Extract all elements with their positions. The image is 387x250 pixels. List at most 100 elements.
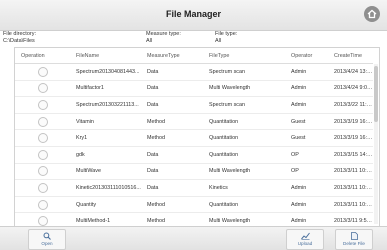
measure-type-label: Measure type:	[146, 31, 181, 37]
chart-icon	[300, 232, 310, 240]
table-header-row: Operation FileName MeasureType FileType …	[15, 48, 373, 64]
upload-button[interactable]: Upload	[286, 229, 324, 250]
cell-file-type: Multi Wavelength	[203, 80, 285, 98]
row-select-checkbox[interactable]	[37, 99, 48, 110]
cell-filename: Kry1	[70, 129, 141, 147]
cell-filename: Spectrum201303221113...	[70, 96, 141, 114]
cell-filename: gdk	[70, 146, 141, 164]
table-row[interactable]: MultiMethod-1 Method Multi Wavelength Admin…	[15, 212, 373, 226]
cell-operator: OP	[285, 163, 328, 181]
cell-measure-type: Method	[141, 129, 203, 147]
row-select-checkbox[interactable]	[37, 133, 48, 144]
cell-operator: Admin	[285, 196, 328, 214]
document-icon	[350, 232, 358, 240]
file-table: Operation FileName MeasureType FileType …	[14, 47, 380, 227]
measure-type-filter[interactable]: Measure type: All	[146, 31, 181, 45]
upload-button-label: Upload	[297, 241, 313, 246]
row-select-checkbox[interactable]	[37, 83, 48, 94]
row-select-checkbox[interactable]	[37, 149, 48, 160]
cell-file-type: Quantitation	[203, 196, 285, 214]
cell-filename: Spectrum201304081443...	[70, 63, 141, 81]
column-header-filename[interactable]: FileName	[70, 48, 141, 64]
cell-filename: MultiMethod-1	[70, 212, 141, 226]
cell-create-time: 2013/3/11 9:57:01	[328, 212, 373, 226]
cell-operator: Admin	[285, 96, 328, 114]
cell-measure-type: Method	[141, 212, 203, 226]
cell-create-time: 2013/3/11 10:10:50	[328, 179, 373, 197]
cell-operator: Guest	[285, 129, 328, 147]
cell-file-type: Quantitation	[203, 129, 285, 147]
row-select-checkbox[interactable]	[37, 182, 48, 193]
column-header-operator[interactable]: Operator	[285, 48, 328, 64]
file-type-label: File type:	[215, 31, 238, 37]
file-directory-filter[interactable]: File directory: C:\Data\Files	[3, 31, 36, 45]
cell-measure-type: Method	[141, 113, 203, 131]
cell-measure-type: Data	[141, 163, 203, 181]
home-button[interactable]	[364, 6, 380, 22]
file-directory-value[interactable]: C:\Data\Files	[3, 38, 36, 45]
row-select-checkbox[interactable]	[37, 66, 48, 77]
table-row[interactable]: Vitamin Method Quantitation Guest 2013/3/19 …	[15, 113, 373, 131]
cell-filename: Quantity	[70, 196, 141, 214]
cell-create-time: 2013/4/24 9:03:56	[328, 80, 373, 98]
cell-operator: Admin	[285, 63, 328, 81]
cell-file-type: Spectrum scan	[203, 96, 285, 114]
cell-file-type: Spectrum scan	[203, 63, 285, 81]
cell-operator: OP	[285, 146, 328, 164]
cell-measure-type: Data	[141, 179, 203, 197]
open-button[interactable]: Open	[28, 229, 66, 250]
cell-filename: Vitamin	[70, 113, 141, 131]
cell-create-time: 2013/4/24 13:48:00	[328, 63, 373, 81]
open-button-label: Open	[41, 241, 53, 246]
cell-file-type: Quantitation	[203, 146, 285, 164]
footer-toolbar: Open Upload Delete File	[0, 226, 387, 250]
cell-create-time: 2013/3/11 10:20:08	[328, 163, 373, 181]
table-row[interactable]: Spectrum201303221113... Data Spectrum scan…	[15, 96, 373, 114]
table-row[interactable]: Kinetic201303111010516... Data Kinetics Adm…	[15, 179, 373, 197]
filter-bar: File directory: C:\Data\Files Measure ty…	[0, 31, 387, 47]
row-select-checkbox[interactable]	[37, 116, 48, 127]
cell-create-time: 2013/3/11 10:08:51	[328, 196, 373, 214]
search-icon	[43, 232, 51, 240]
table-row[interactable]: gdkDataQuantitationOP2013/3/15 14:31:17	[15, 146, 373, 164]
cell-filename: Kinetic201303111010516...	[70, 179, 141, 197]
window-title: File Manager	[165, 9, 221, 19]
cell-file-type: Quantitation	[203, 113, 285, 131]
row-select-checkbox[interactable]	[37, 216, 48, 226]
column-header-create-time[interactable]: CreateTime	[328, 48, 373, 64]
table-row[interactable]: Multifactor1 Data Multi Wavelength Admin 201…	[15, 80, 373, 98]
cell-operator: Guest	[285, 113, 328, 131]
cell-filename: MultiWave	[70, 163, 141, 181]
measure-type-value[interactable]: All	[146, 38, 181, 45]
file-directory-label: File directory:	[3, 31, 37, 37]
cell-measure-type: Data	[141, 146, 203, 164]
table-row[interactable]: MultiWave Data Multi Wavelength OP 2013/3/11…	[15, 163, 373, 181]
cell-operator: Admin	[285, 212, 328, 226]
cell-measure-type: Data	[141, 96, 203, 114]
cell-file-type: Kinetics	[203, 179, 285, 197]
column-header-measure-type[interactable]: MeasureType	[141, 48, 203, 64]
cell-measure-type: Data	[141, 80, 203, 98]
cell-measure-type: Method	[141, 196, 203, 214]
home-icon	[367, 9, 377, 19]
cell-measure-type: Data	[141, 63, 203, 81]
cell-operator: Admin	[285, 179, 328, 197]
delete-file-button[interactable]: Delete File	[335, 229, 373, 250]
row-select-checkbox[interactable]	[37, 199, 48, 210]
row-select-checkbox[interactable]	[37, 166, 48, 177]
delete-file-button-label: Delete File	[343, 241, 365, 246]
scrollbar-thumb[interactable]	[374, 66, 378, 122]
table-row[interactable]: Kry1 Method Quantitation Guest 2013/3/19 16:…	[15, 129, 373, 147]
table-row[interactable]: Spectrum201304081443... Data Spectrum scan…	[15, 63, 373, 81]
file-type-filter[interactable]: File type: All	[215, 31, 237, 45]
column-header-operation[interactable]: Operation	[15, 48, 70, 64]
cell-file-type: Multi Wavelength	[203, 163, 285, 181]
cell-file-type: Multi Wavelength	[203, 212, 285, 226]
cell-create-time: 2013/3/22 11:13:32	[328, 96, 373, 114]
cell-operator: Admin	[285, 80, 328, 98]
title-bar: File Manager	[0, 0, 387, 31]
column-header-file-type[interactable]: FileType	[203, 48, 285, 64]
file-type-value[interactable]: All	[215, 38, 237, 45]
cell-create-time: 2013/3/19 16:10:00	[328, 129, 373, 147]
table-row[interactable]: Quantity Method Quantitation Admin 2013/3/11…	[15, 196, 373, 214]
